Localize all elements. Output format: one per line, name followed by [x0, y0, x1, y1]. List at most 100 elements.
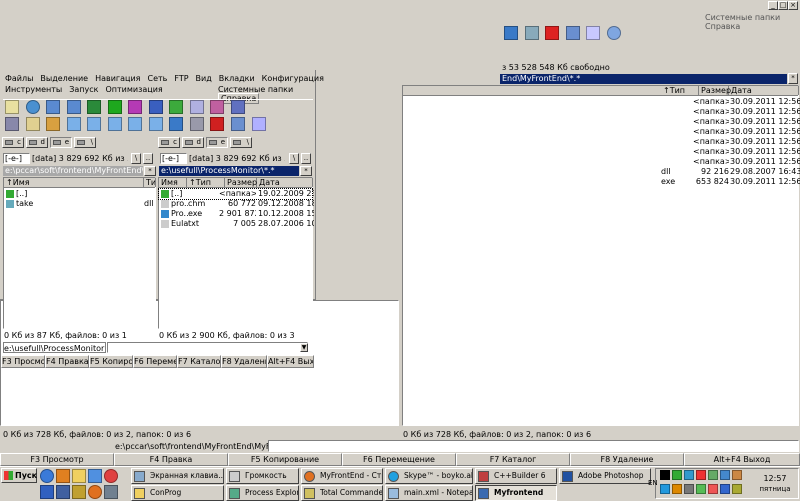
command-history-button[interactable]: ▼ — [300, 343, 308, 352]
task-volume[interactable]: Громкость — [226, 468, 299, 484]
bg-f3-view-button[interactable]: F3 Просмотр — [0, 453, 114, 466]
file-row[interactable]: Pro...exe 2 901 87210.12.2008 15:40 — [159, 209, 314, 219]
drive-e-button[interactable]: e — [50, 137, 72, 148]
drive-d-button[interactable]: d — [182, 137, 204, 148]
left-root-button[interactable]: \ — [131, 153, 141, 164]
tray-icon-11[interactable] — [696, 484, 706, 494]
calculator-icon[interactable] — [104, 485, 118, 499]
unpack-icon[interactable] — [148, 100, 163, 114]
book-icon[interactable] — [210, 100, 225, 114]
properties-icon[interactable] — [231, 117, 246, 131]
tray-icon-6[interactable] — [720, 470, 730, 480]
language-indicator[interactable]: EN — [648, 479, 658, 487]
bg-altf4-exit-button[interactable]: Alt+F4 Выход — [684, 453, 800, 466]
drive-root-button[interactable]: \ — [74, 137, 96, 148]
firefox-icon[interactable] — [88, 485, 102, 499]
left-col-ext[interactable]: Тип — [144, 178, 156, 187]
tray-icon-14[interactable] — [732, 484, 742, 494]
save-icon[interactable] — [56, 485, 70, 499]
right-path-bar[interactable]: e:\usefull\ProcessMonitor\*.* — [159, 166, 299, 176]
file-row[interactable]: <папка> 30.09.2011 12:56 — [403, 107, 800, 117]
task-cpp-builder[interactable]: C++Builder 6 — [475, 468, 557, 484]
drive-e-button[interactable]: e — [206, 137, 228, 148]
file-row[interactable]: exe 653 824 30.09.2011 12:56 — [403, 177, 800, 187]
delete-icon[interactable] — [545, 26, 560, 40]
tray-icon-4[interactable] — [696, 470, 706, 480]
folder-copy-icon[interactable] — [87, 117, 102, 131]
multi-rename-icon[interactable] — [46, 117, 61, 131]
close-button[interactable]: × — [788, 1, 798, 10]
media-player-icon[interactable] — [56, 469, 70, 483]
find-icon[interactable] — [586, 26, 601, 40]
file-row[interactable]: <папка> 30.09.2011 12:56 — [403, 147, 800, 157]
globe-icon[interactable] — [606, 26, 621, 40]
tray-icon-13[interactable] — [720, 484, 730, 494]
task-skype[interactable]: Skype™ - boyko.al... — [385, 468, 473, 484]
right-col-ext[interactable]: ↑Тип — [187, 178, 225, 187]
f8-delete-button[interactable]: F8 Удаление — [221, 355, 267, 368]
f4-edit-button[interactable]: F4 Правка — [45, 355, 89, 368]
settings-icon[interactable] — [189, 117, 204, 131]
right-col-date[interactable]: Дата — [257, 178, 313, 187]
menu-ftp[interactable]: FTP — [174, 74, 188, 83]
archive-icon[interactable] — [72, 485, 86, 499]
bg-f5-copy-button[interactable]: F5 Копирование — [228, 453, 342, 466]
task-myfrontend-page[interactable]: MyFrontEnd - Стра... — [301, 468, 383, 484]
tray-icon-7[interactable] — [732, 470, 742, 480]
compare-icon[interactable] — [189, 100, 204, 114]
bg-f7-mkdir-button[interactable]: F7 Каталог — [456, 453, 570, 466]
menu-tools[interactable]: Инструменты — [5, 85, 62, 94]
bulb-icon[interactable] — [5, 100, 19, 114]
altf4-exit-button[interactable]: Alt+F4 Выход — [267, 355, 314, 368]
file-row[interactable]: dll 92 216 29.08.2007 16:43 — [403, 167, 800, 177]
f6-move-button[interactable]: F6 Перемещение — [133, 355, 177, 368]
file-row[interactable]: <папка> 30.09.2011 12:56 — [403, 117, 800, 127]
folder-blue-icon[interactable] — [66, 117, 81, 131]
task-total-commander[interactable]: Total Commander 7... — [301, 485, 383, 501]
file-row[interactable]: <папка> 30.09.2011 12:56 — [403, 127, 800, 137]
bg-command-input[interactable] — [268, 440, 799, 452]
outlook-icon[interactable] — [40, 485, 54, 499]
folder-move-icon[interactable] — [107, 117, 122, 131]
f7-mkdir-button[interactable]: F7 Каталог — [177, 355, 221, 368]
tree-icon[interactable] — [87, 100, 102, 114]
menu-navigation[interactable]: Навигация — [95, 74, 140, 83]
menu-network[interactable]: Сеть — [147, 74, 167, 83]
drive-c-button[interactable]: c — [2, 137, 24, 148]
right-col-size[interactable]: Размер — [225, 178, 257, 187]
f3-view-button[interactable]: F3 Просмотр — [1, 355, 45, 368]
task-process-explorer[interactable]: Process Explorer - ... — [226, 485, 299, 501]
tray-icon-9[interactable] — [672, 484, 682, 494]
menu-view[interactable]: Вид — [196, 74, 212, 83]
left-up-button[interactable]: .. — [143, 153, 153, 164]
tree-icon[interactable] — [504, 26, 518, 40]
explorer-icon[interactable] — [88, 469, 102, 483]
tray-icon-3[interactable] — [684, 470, 694, 480]
file-row[interactable]: <папка> 30.09.2011 12:56 — [403, 137, 800, 147]
ie-icon[interactable] — [40, 469, 54, 483]
tray-icon-5[interactable] — [708, 470, 718, 480]
bg-f8-delete-button[interactable]: F8 Удаление — [570, 453, 684, 466]
file-row[interactable]: Eulatxt 7 00528.07.2006 10:32 — [159, 219, 314, 229]
menu-configuration[interactable]: Конфигурация — [262, 74, 324, 83]
tray-icon-10[interactable] — [684, 484, 694, 494]
bg-col-ext[interactable]: ↑Тип — [661, 86, 699, 95]
menu-tabs[interactable]: Вкладки — [219, 74, 255, 83]
menu-files[interactable]: Файлы — [5, 74, 33, 83]
file-row[interactable]: [..] — [4, 189, 155, 199]
right-up-button[interactable]: .. — [301, 153, 311, 164]
left-file-list[interactable]: ↑Имя Тип [..]take dll — [3, 177, 156, 329]
folder-icon[interactable] — [72, 469, 86, 483]
left-col-name[interactable]: ↑Имя — [4, 178, 144, 187]
find-files-icon[interactable] — [251, 117, 266, 131]
maximize-button[interactable]: □ — [778, 1, 788, 10]
menu-selection[interactable]: Выделение — [40, 74, 88, 83]
tray-icon-2[interactable] — [672, 470, 682, 480]
task-conprog[interactable]: ConProg — [131, 485, 224, 501]
file-row[interactable]: take dll — [4, 199, 155, 209]
pack-icon[interactable] — [128, 100, 143, 114]
drive-d-button[interactable]: d — [26, 137, 48, 148]
menu-system-folders[interactable]: Системные папки — [705, 13, 780, 22]
file-row[interactable]: pro...chm 60 77209.12.2008 18:38 — [159, 199, 314, 209]
task-photoshop[interactable]: Adobe Photoshop — [559, 468, 651, 484]
